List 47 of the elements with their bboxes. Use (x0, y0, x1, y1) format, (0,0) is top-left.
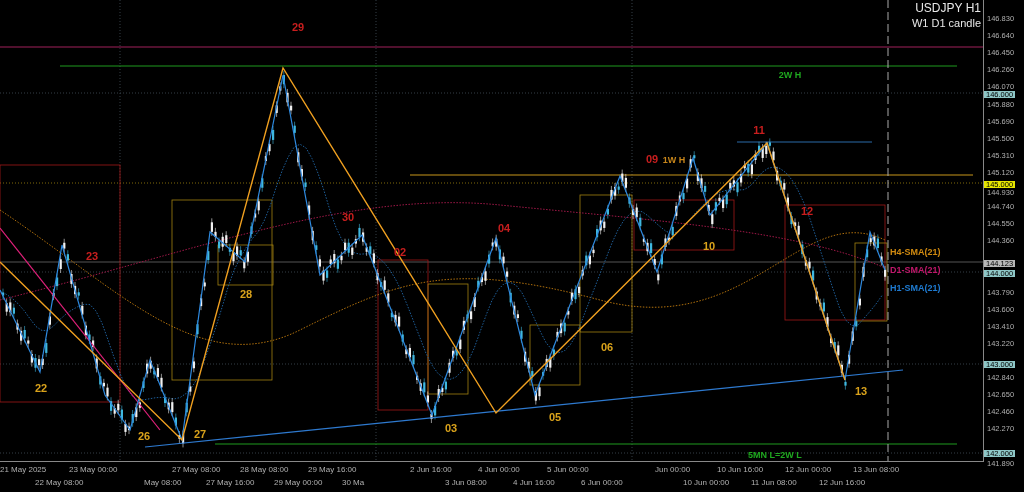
level-label: 1W H (662, 155, 686, 165)
wave-label: 12 (800, 205, 814, 217)
time-tick: 4 Jun 16:00 (513, 478, 555, 487)
time-tick: 10 Jun 16:00 (717, 465, 764, 474)
time-tick: 23 May 00:00 (69, 465, 118, 474)
wave-label: 03 (444, 422, 458, 434)
wave-label: 13 (854, 385, 868, 397)
time-tick: 4 Jun 00:00 (478, 465, 520, 474)
time-tick: 27 May 08:00 (172, 465, 221, 474)
wave-label: 06 (600, 341, 614, 353)
wave-label: 04 (497, 222, 511, 234)
sma-label: D1-SMA(21) (890, 265, 941, 275)
wave-label: 27 (193, 428, 207, 440)
time-tick: 3 Jun 08:00 (445, 478, 487, 487)
wave-label: 23 (85, 250, 99, 262)
time-tick: 12 Jun 16:00 (819, 478, 866, 487)
level-label: 2W H (778, 70, 802, 80)
time-tick: Jun 00:00 (655, 465, 691, 474)
time-tick: 12 Jun 00:00 (785, 465, 832, 474)
symbol-title: USDJPY H1 (915, 1, 981, 16)
time-tick: 6 Jun 00:00 (581, 478, 623, 487)
time-tick: 21 May 2025 (0, 465, 47, 474)
sma-label: H4-SMA(21) (890, 247, 941, 257)
level-label: 5MN L=2W L (748, 450, 802, 460)
time-tick: May 08:00 (144, 478, 182, 487)
time-tick: 27 May 16:00 (206, 478, 255, 487)
wave-label: 10 (702, 240, 716, 252)
time-tick: 11 Jun 08:00 (751, 478, 797, 487)
wave-label: 09 (645, 153, 659, 165)
time-tick: 22 May 08:00 (35, 478, 84, 487)
time-tick: 28 May 08:00 (240, 465, 289, 474)
wave-label: 05 (548, 411, 562, 423)
time-tick: 30 Ma (342, 478, 365, 487)
wave-label: 30 (341, 211, 355, 223)
wave-label: 22 (34, 382, 48, 394)
time-tick: 13 Jun 08:00 (853, 465, 900, 474)
time-tick: 5 Jun 00:00 (547, 465, 589, 474)
time-tick: 29 May 16:00 (308, 465, 357, 474)
time-tick: 2 Jun 16:00 (410, 465, 452, 474)
sma-label: H1-SMA(21) (890, 283, 941, 293)
wave-label: 11 (753, 124, 765, 136)
chart-subtitle: W1 D1 candle (911, 16, 981, 30)
wave-label: 28 (239, 288, 253, 300)
time-tick: 29 May 00:00 (274, 478, 323, 487)
wave-label: 29 (291, 21, 305, 33)
wave-label: 26 (137, 430, 151, 442)
time-tick: 10 Jun 00:00 (683, 478, 730, 487)
